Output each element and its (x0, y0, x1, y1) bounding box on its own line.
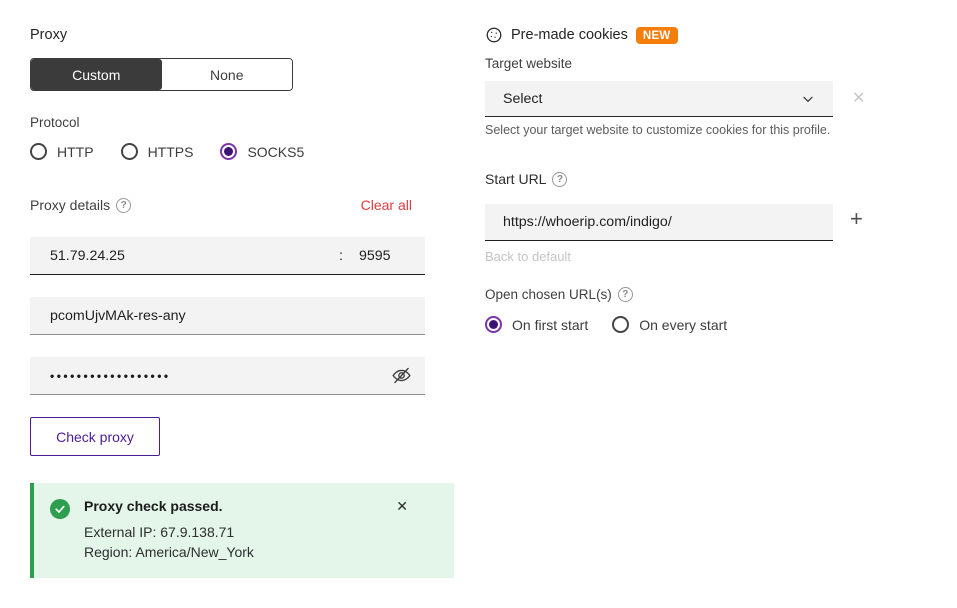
proxy-section-title: Proxy (30, 27, 67, 43)
premade-cookies-title: Pre-made cookies (511, 27, 628, 43)
check-proxy-button[interactable]: Check proxy (30, 417, 160, 456)
target-website-select-value: Select (503, 91, 542, 107)
protocol-radio-socks5[interactable]: SOCKS5 (220, 143, 304, 160)
open-urls-label: Open chosen URL(s) (485, 287, 612, 302)
proxy-details-label: Proxy details (30, 197, 110, 213)
protocol-radio-socks5-label: SOCKS5 (247, 144, 304, 160)
radio-unselected-icon (121, 143, 138, 160)
add-url-button[interactable]: + (850, 208, 863, 230)
open-urls-every-start-label: On every start (639, 317, 727, 333)
proxy-password-input[interactable]: •••••••••••••••••• (30, 357, 425, 395)
back-to-default-link[interactable]: Back to default (485, 249, 571, 264)
banner-title: Proxy check passed. (84, 498, 254, 514)
protocol-radio-https-label: HTTPS (148, 144, 194, 160)
radio-selected-icon (220, 143, 237, 160)
protocol-radio-https[interactable]: HTTPS (121, 143, 194, 160)
proxy-username-input[interactable]: pcomUjvMAk-res-any (30, 297, 425, 335)
premade-cookies-header: Pre-made cookies NEW (485, 26, 678, 44)
open-urls-radio-group: On first start On every start (485, 316, 727, 333)
proxy-host-port-field[interactable]: 51.79.24.25 : 9595 (30, 237, 425, 275)
protocol-radio-group: HTTP HTTPS SOCKS5 (30, 143, 304, 160)
proxy-port-input[interactable]: 9595 (343, 248, 405, 264)
start-url-value: https://whoerip.com/indigo/ (503, 214, 672, 230)
help-icon[interactable] (552, 172, 567, 187)
radio-unselected-icon (612, 316, 629, 333)
target-website-select[interactable]: Select (485, 81, 833, 117)
start-url-input[interactable]: https://whoerip.com/indigo/ (485, 204, 833, 241)
radio-unselected-icon (30, 143, 47, 160)
start-url-label-row: Start URL (485, 171, 567, 187)
radio-selected-icon (485, 316, 502, 333)
protocol-radio-http-label: HTTP (57, 144, 94, 160)
proxy-details-header: Proxy details Clear all (30, 197, 425, 213)
banner-region: Region: America/New_York (84, 543, 254, 563)
open-urls-radio-every-start[interactable]: On every start (612, 316, 727, 333)
proxy-mode-custom-button[interactable]: Custom (31, 59, 162, 90)
proxy-mode-none-button[interactable]: None (162, 59, 293, 90)
target-website-label: Target website (485, 56, 572, 71)
protocol-label: Protocol (30, 115, 80, 130)
banner-external-ip: External IP: 67.9.138.71 (84, 523, 254, 543)
banner-content: Proxy check passed. External IP: 67.9.13… (84, 498, 254, 564)
cookie-icon (485, 26, 503, 44)
clear-all-link[interactable]: Clear all (361, 197, 425, 213)
proxy-check-result-banner: Proxy check passed. External IP: 67.9.13… (30, 483, 454, 578)
proxy-username-value: pcomUjvMAk-res-any (50, 308, 186, 324)
chevron-down-icon (801, 92, 815, 106)
open-urls-first-start-label: On first start (512, 317, 588, 333)
new-badge: NEW (636, 27, 678, 44)
proxy-mode-toggle: Custom None (30, 58, 293, 91)
open-urls-radio-first-start[interactable]: On first start (485, 316, 588, 333)
toggle-password-visibility-button[interactable] (391, 365, 412, 386)
clear-select-icon[interactable]: ✕ (852, 88, 865, 108)
proxy-password-masked-value: •••••••••••••••••• (50, 369, 171, 383)
help-icon[interactable] (116, 198, 131, 213)
target-website-helper-text: Select your target website to customize … (485, 123, 830, 137)
eye-off-icon (391, 365, 412, 386)
success-check-icon (50, 499, 70, 519)
start-url-label: Start URL (485, 171, 546, 187)
proxy-ip-input[interactable]: 51.79.24.25 (50, 248, 339, 264)
help-icon[interactable] (618, 287, 633, 302)
open-urls-label-row: Open chosen URL(s) (485, 287, 633, 302)
protocol-radio-http[interactable]: HTTP (30, 143, 94, 160)
close-icon[interactable]: ✕ (396, 498, 408, 515)
